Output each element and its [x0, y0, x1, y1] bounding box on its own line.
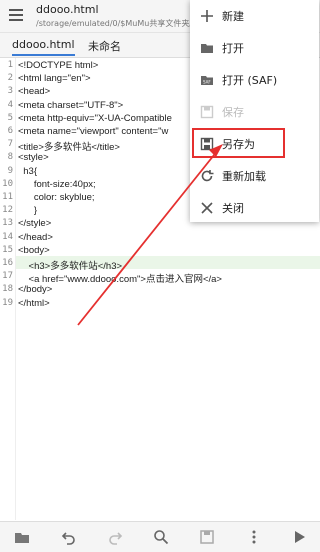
annotation-arrow: [77, 144, 223, 326]
undo-icon[interactable]: [61, 529, 77, 545]
bottom-toolbar: [0, 521, 320, 552]
folder-icon[interactable]: [14, 529, 30, 545]
redo-icon[interactable]: [107, 529, 123, 545]
more-vertical-icon[interactable]: [246, 529, 262, 545]
play-icon[interactable]: [291, 529, 307, 545]
search-icon[interactable]: [153, 529, 169, 545]
save-icon[interactable]: [199, 529, 215, 545]
